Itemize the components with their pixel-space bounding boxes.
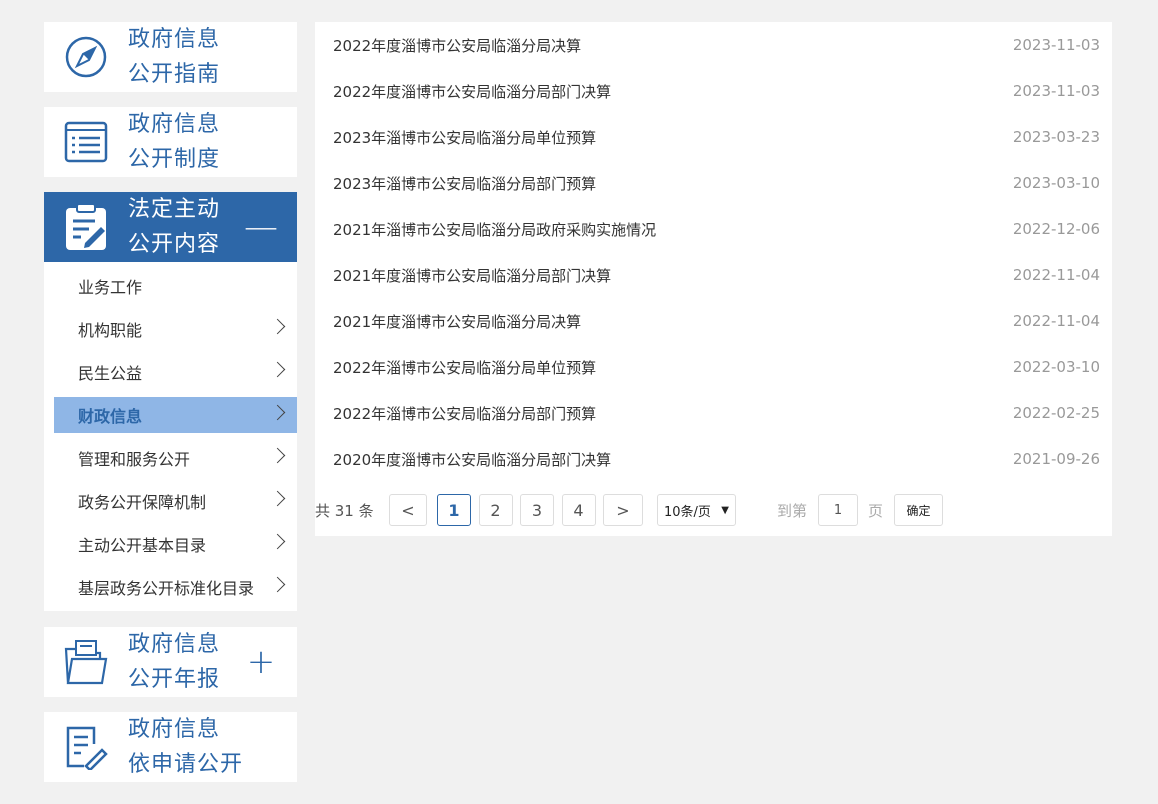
sidebar-block-3[interactable]: 政府信息公开年报 +: [44, 627, 297, 697]
chevron-right-icon: [269, 447, 286, 464]
sub-menu-label: 机构职能: [78, 321, 143, 340]
item-date: 2021-09-26: [1012, 450, 1100, 468]
page-size-value: 10条/页: [664, 504, 711, 520]
list-item[interactable]: 2022年度淄博市公安局临淄分局决算 2023-11-03: [333, 22, 1100, 68]
list-item[interactable]: 2021年淄博市公安局临淄分局政府采购实施情况 2022-12-06: [333, 206, 1100, 252]
chevron-right-icon: [269, 576, 286, 593]
list-item[interactable]: 2022年淄博市公安局临淄分局部门预算 2022-02-25: [333, 390, 1100, 436]
block-title-line1: 政府信息: [128, 27, 221, 52]
content-list: 2022年度淄博市公安局临淄分局决算 2023-11-03 2022年度淄博市公安局…: [315, 22, 1112, 536]
sub-menu-label: 业务工作: [78, 278, 143, 297]
total-count: 共 31 条: [315, 501, 374, 520]
item-date: 2023-11-03: [1012, 82, 1100, 100]
sub-menu-label: 基层政务公开标准化目录: [78, 579, 255, 598]
block-title-line1: 法定主动: [128, 197, 221, 222]
block-title-line2: 公开指南: [128, 62, 221, 87]
block-title-line1: 政府信息: [128, 112, 221, 137]
item-date: 2022-11-04: [1012, 266, 1100, 284]
sub-menu-item[interactable]: 业务工作: [54, 268, 297, 304]
folder-icon: [44, 639, 128, 685]
edit-doc-icon: [44, 724, 128, 770]
block-title-line2: 依申请公开: [128, 752, 244, 777]
item-date: 2022-12-06: [1012, 220, 1100, 238]
goto-page-input[interactable]: 1: [818, 494, 858, 526]
page-unit: 页: [868, 501, 884, 520]
sidebar-block-4[interactable]: 政府信息 依申请公开: [44, 712, 297, 782]
item-title[interactable]: 2022年淄博市公安局临淄分局单位预算: [333, 357, 596, 378]
item-date: 2022-11-04: [1012, 312, 1100, 330]
block-title-line2: 公开内容: [128, 232, 221, 257]
list-item[interactable]: 2023年淄博市公安局临淄分局单位预算 2023-03-23: [333, 114, 1100, 160]
page-button[interactable]: 2: [478, 494, 513, 526]
item-title[interactable]: 2022年度淄博市公安局临淄分局部门决算: [333, 81, 611, 102]
prev-page-button[interactable]: <: [389, 494, 427, 526]
chevron-right-icon: [269, 318, 286, 335]
item-date: 2022-02-25: [1012, 404, 1100, 422]
item-title[interactable]: 2021年度淄博市公安局临淄分局部门决算: [333, 265, 611, 286]
item-title[interactable]: 2021年淄博市公安局临淄分局政府采购实施情况: [333, 219, 656, 240]
item-date: 2023-03-23: [1012, 128, 1100, 146]
list-item[interactable]: 2021年度淄博市公安局临淄分局决算 2022-11-04: [333, 298, 1100, 344]
chevron-right-icon: [269, 361, 286, 378]
list-item[interactable]: 2020年度淄博市公安局临淄分局部门决算 2021-09-26: [333, 436, 1100, 482]
sub-menu-label: 财政信息: [78, 407, 143, 426]
list-item[interactable]: 2021年度淄博市公安局临淄分局部门决算 2022-11-04: [333, 252, 1100, 298]
item-title[interactable]: 2022年淄博市公安局临淄分局部门预算: [333, 403, 596, 424]
list-item[interactable]: 2022年度淄博市公安局临淄分局部门决算 2023-11-03: [333, 68, 1100, 114]
goto-label: 到第: [777, 501, 808, 520]
item-title[interactable]: 2023年淄博市公安局临淄分局单位预算: [333, 127, 596, 148]
chevron-right-icon: [269, 490, 286, 507]
page-button[interactable]: 3: [520, 494, 554, 526]
list-icon: [44, 121, 128, 163]
chevron-right-icon: [269, 533, 286, 550]
item-title[interactable]: 2021年度淄博市公安局临淄分局决算: [333, 311, 581, 332]
block-title-line2: 公开制度: [128, 147, 221, 172]
sub-menu-item[interactable]: 民生公益: [54, 354, 297, 390]
sub-menu-item[interactable]: 管理和服务公开: [54, 440, 297, 476]
block-title-line2: 公开年报: [128, 667, 221, 692]
sub-menu: 业务工作机构职能民生公益财政信息管理和服务公开 政务公开保障机制 主动公开基本目录基…: [44, 262, 297, 611]
block-title-line1: 政府信息: [128, 717, 221, 742]
confirm-button[interactable]: 确定: [894, 494, 943, 526]
sub-menu-item[interactable]: 机构职能: [54, 311, 297, 347]
chevron-down-icon: ▼: [721, 504, 729, 516]
sub-menu-item[interactable]: 政务公开保障机制: [54, 483, 297, 519]
sidebar-block-2[interactable]: 法定主动公开内容 —: [44, 192, 297, 262]
chevron-right-icon: [269, 404, 286, 421]
sub-menu-label: 管理和服务公开: [78, 450, 191, 469]
sub-menu-label: 民生公益: [78, 364, 143, 383]
collapse-icon[interactable]: —: [244, 207, 278, 247]
list-item[interactable]: 2023年淄博市公安局临淄分局部门预算 2023-03-10: [333, 160, 1100, 206]
sub-menu-item[interactable]: 主动公开基本目录: [54, 526, 297, 562]
sub-menu-label: 主动公开基本目录: [78, 536, 207, 555]
page-button[interactable]: 4: [561, 494, 596, 526]
sidebar-block-0[interactable]: 政府信息 公开指南: [44, 22, 297, 92]
page-button[interactable]: 1: [437, 494, 471, 526]
page-size-select[interactable]: 10条/页 ▼: [657, 494, 736, 526]
item-date: 2022-03-10: [1012, 358, 1100, 376]
block-title-line1: 政府信息: [128, 632, 221, 657]
item-date: 2023-11-03: [1012, 36, 1100, 54]
list-item[interactable]: 2022年淄博市公安局临淄分局单位预算 2022-03-10: [333, 344, 1100, 390]
item-title[interactable]: 2020年度淄博市公安局临淄分局部门决算: [333, 449, 611, 470]
expand-icon[interactable]: +: [246, 642, 276, 682]
item-date: 2023-03-10: [1012, 174, 1100, 192]
compass-icon: [44, 35, 128, 79]
clipboard-edit-icon: [44, 203, 128, 251]
sidebar-block-1[interactable]: 政府信息 公开制度: [44, 107, 297, 177]
sub-menu-label: 政务公开保障机制: [78, 493, 207, 512]
next-page-button[interactable]: >: [603, 494, 643, 526]
item-title[interactable]: 2022年度淄博市公安局临淄分局决算: [333, 35, 581, 56]
sub-menu-item[interactable]: 财政信息: [54, 397, 297, 433]
item-title[interactable]: 2023年淄博市公安局临淄分局部门预算: [333, 173, 596, 194]
sub-menu-item[interactable]: 基层政务公开标准化目录: [54, 569, 297, 605]
